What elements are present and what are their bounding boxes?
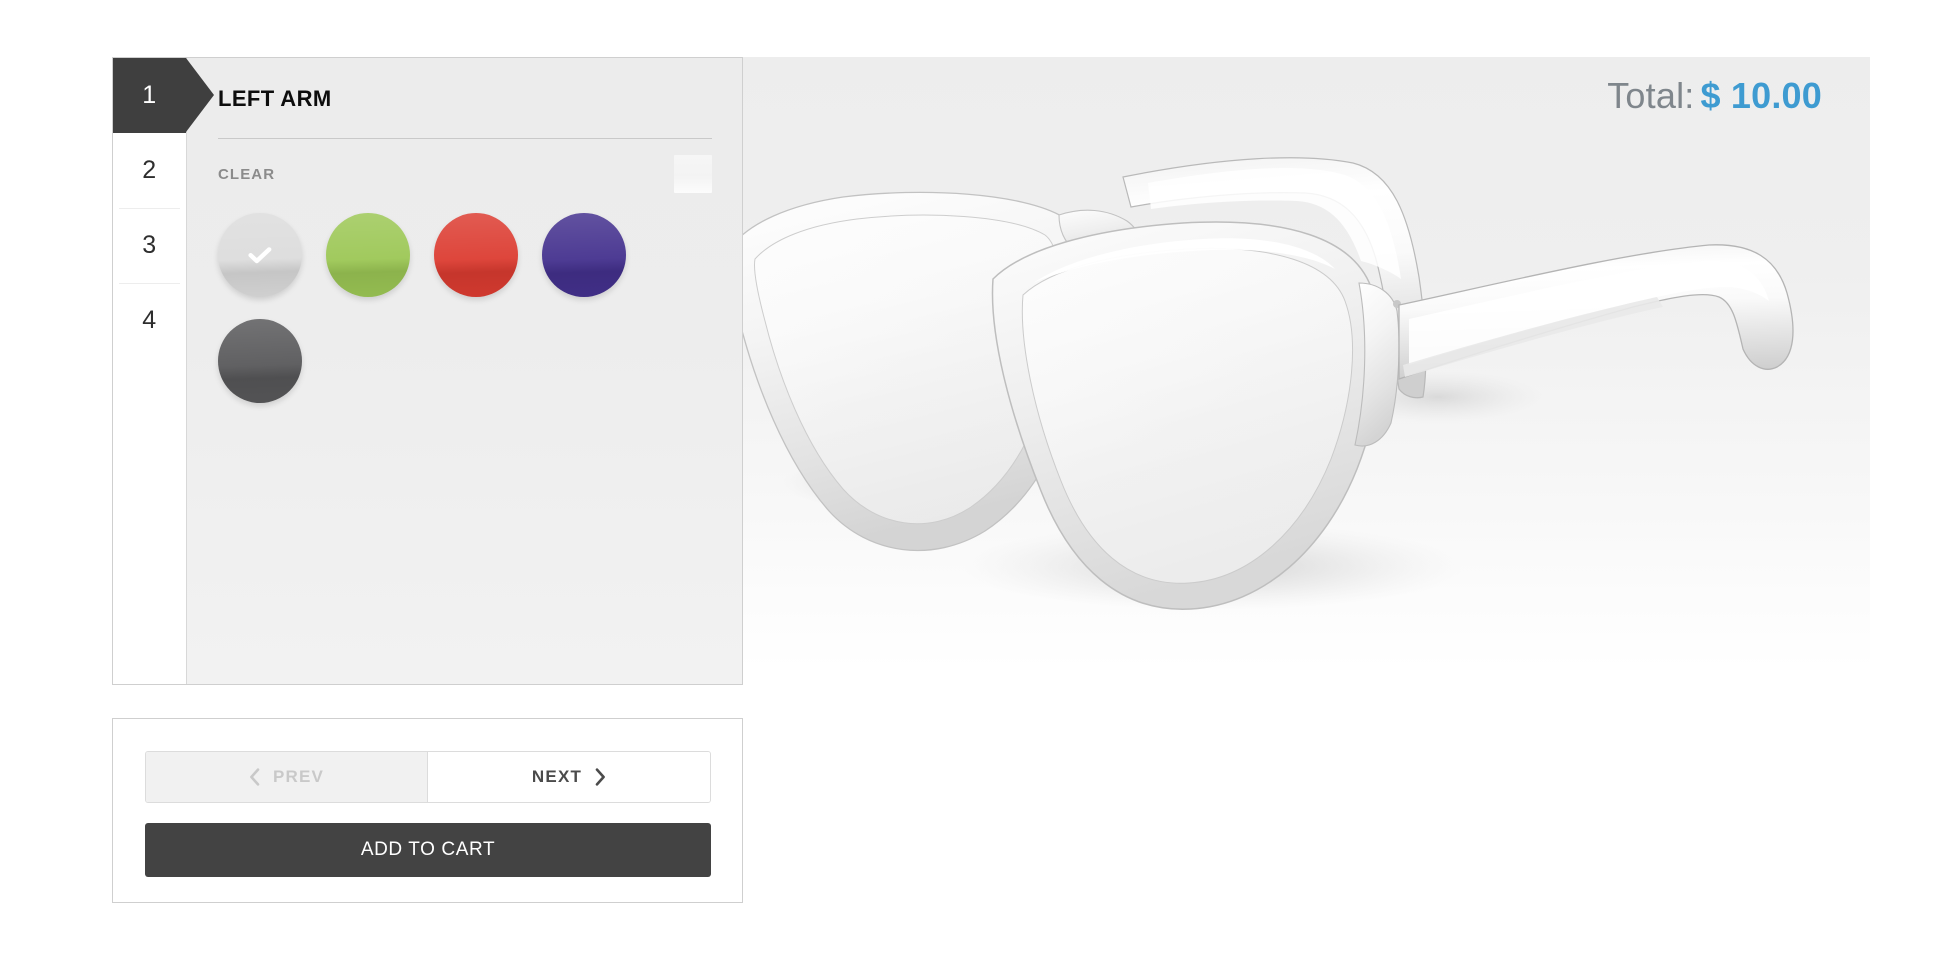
step-number-2: 2 <box>142 156 157 184</box>
next-button[interactable]: NEXT <box>428 752 710 802</box>
swatch-sheen <box>326 213 410 297</box>
step-number-4: 4 <box>142 306 157 334</box>
next-button-label: NEXT <box>531 767 583 786</box>
group-divider <box>218 138 712 139</box>
app-root: 1 2 3 4 LEFT ARM CLEAR PREV NEXT ADD TO … <box>0 0 1944 970</box>
configurator-panel: 1 2 3 4 LEFT ARM CLEAR <box>112 57 743 685</box>
navigation-panel: PREV NEXT ADD TO CART <box>112 718 743 903</box>
color-swatch-green[interactable] <box>326 213 410 297</box>
option-group-header: CLEAR <box>218 155 712 193</box>
color-swatch-list <box>218 209 668 403</box>
checkmark-icon <box>248 247 272 264</box>
color-swatch-clear[interactable] <box>218 213 302 297</box>
color-swatch-dark-grey[interactable] <box>218 319 302 403</box>
swatch-sheen <box>542 213 626 297</box>
step-indicator-1[interactable]: 1 <box>113 58 214 133</box>
product-preview-stage: Total: $ 10.00 <box>743 57 1870 669</box>
option-group: CLEAR <box>218 138 712 403</box>
prev-button-label: PREV <box>272 767 325 786</box>
swatch-sheen <box>218 319 302 403</box>
color-swatch-purple[interactable] <box>542 213 626 297</box>
part-title: LEFT ARM <box>218 86 332 111</box>
prev-next-group: PREV NEXT <box>145 751 711 803</box>
chevron-right-icon <box>595 768 605 786</box>
step-number-3: 3 <box>142 231 157 259</box>
step-indicator-4[interactable]: 4 <box>113 283 186 358</box>
prev-button[interactable]: PREV <box>146 752 428 802</box>
step-rail: 1 2 3 4 <box>113 58 214 684</box>
selected-color-preview <box>674 155 712 193</box>
color-swatch-red[interactable] <box>434 213 518 297</box>
add-to-cart-button[interactable]: ADD TO CART <box>145 823 711 877</box>
step-indicator-3[interactable]: 3 <box>113 208 186 283</box>
product-image-eyeglasses <box>743 157 1794 611</box>
option-group-label: CLEAR <box>218 165 276 183</box>
step-number-1: 1 <box>142 81 157 109</box>
step-content: LEFT ARM CLEAR <box>187 58 742 684</box>
step-indicator-2[interactable]: 2 <box>113 133 186 208</box>
chevron-left-icon <box>250 768 260 786</box>
swatch-sheen <box>434 213 518 297</box>
